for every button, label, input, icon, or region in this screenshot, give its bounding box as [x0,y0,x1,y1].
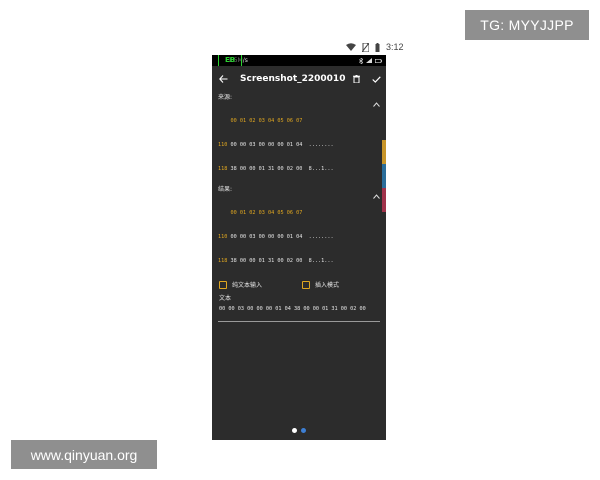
side-color-tabs[interactable] [382,140,386,212]
hex-row: 118 38 00 00 01 31 00 02 00 8...1... [218,166,334,172]
hex-row: 110 00 00 03 00 00 00 01 04 ........ [218,234,334,240]
status-icons [359,57,382,64]
result-label: 结果: [218,186,233,193]
signal-icon [366,58,372,63]
file-title: Screenshot_2200010... [240,74,346,84]
text-field-label: 文本 [219,295,232,302]
source-label: 来源: [218,94,233,101]
back-arrow-icon [218,75,227,83]
hex-row: 118 38 00 00 01 31 00 02 00 8...1... [218,258,334,264]
no-sim-icon [362,42,369,52]
text-field-underline [218,321,380,322]
plain-text-label: 纯文本输入 [232,282,263,289]
chevron-up-icon [373,194,380,199]
text-input-field[interactable]: 00 00 03 00 00 00 01 04 38 00 00 01 31 0… [219,306,380,313]
insert-mode-label: 插入模式 [315,282,340,289]
phone-screen: EB 1.5M/s Screenshot_2200010... 来源: 00 0… [212,55,386,440]
page-indicator[interactable] [292,428,306,433]
back-button[interactable] [212,66,234,92]
wifi-icon [346,43,356,51]
site-watermark: www.qinyuan.org [11,440,157,469]
result-hex-view: 00 01 02 03 04 05 06 07 110 00 00 03 00 … [218,193,334,281]
checkmark-icon [371,75,381,83]
chevron-up-icon [373,102,380,107]
trash-icon [352,75,360,83]
outer-clock: 3:12 [386,42,404,52]
plain-text-checkbox[interactable] [219,280,227,289]
battery-icon [375,42,380,52]
insert-mode-checkbox[interactable] [302,280,310,289]
side-tab[interactable] [382,140,386,164]
tg-watermark: TG: MYYJJPP [465,10,589,40]
side-tab[interactable] [382,188,386,212]
plain-text-input-option[interactable]: 纯文本输入 [219,280,262,289]
bluetooth-icon [359,57,363,64]
delete-button[interactable] [346,66,366,92]
status-bar: EB 1.5M/s [212,55,386,67]
small-battery-icon [375,58,382,63]
app-bar: Screenshot_2200010... [212,66,386,92]
outer-status-bar: 3:12 [346,40,404,54]
insert-mode-option[interactable]: 插入模式 [302,280,339,289]
hex-header: 00 01 02 03 04 05 06 07 [230,210,303,216]
source-hex-view: 00 01 02 03 04 05 06 07 110 00 00 03 00 … [218,101,334,189]
hex-row: 110 00 00 03 00 00 00 01 04 ........ [218,142,334,148]
side-tab[interactable] [382,164,386,188]
page-dot[interactable] [301,428,306,433]
confirm-button[interactable] [366,66,386,92]
result-collapse-button[interactable] [373,184,380,203]
page-dot-active[interactable] [292,428,297,433]
hex-header: 00 01 02 03 04 05 06 07 [230,118,303,124]
source-collapse-button[interactable] [373,92,380,111]
